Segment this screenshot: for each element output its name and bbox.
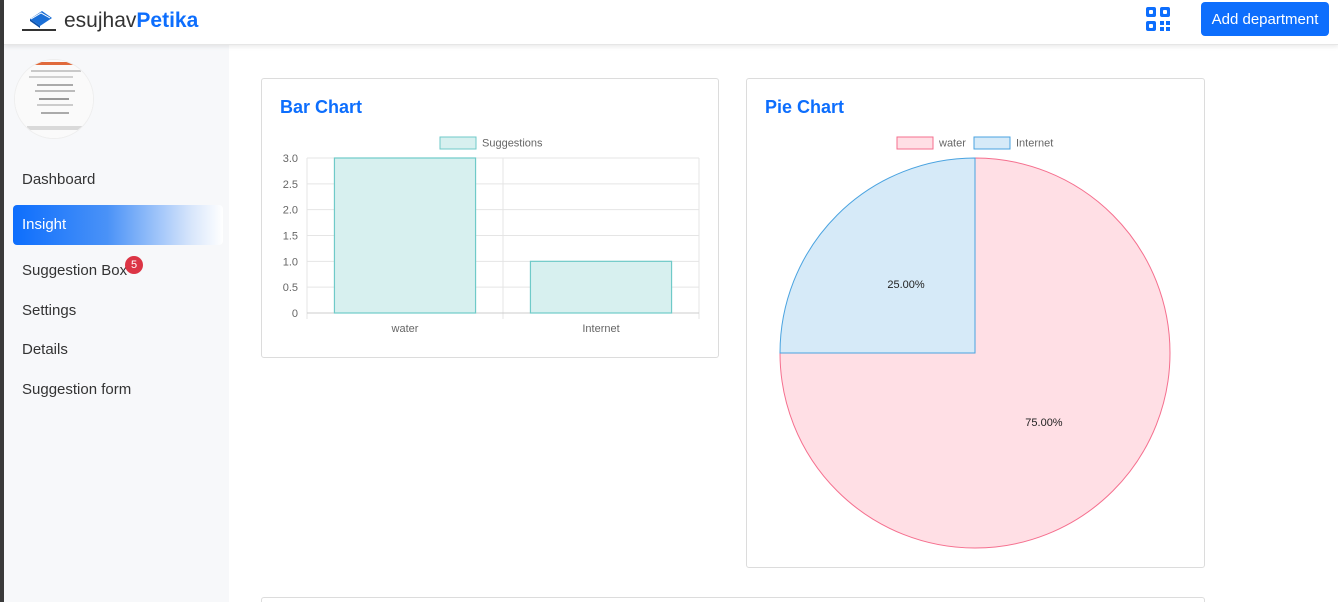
legend-label: Internet bbox=[1016, 138, 1053, 150]
y-tick-label: 0.5 bbox=[283, 282, 298, 294]
legend-label: Suggestions bbox=[482, 138, 543, 150]
sidebar-item-label: Suggestion Box bbox=[22, 262, 128, 279]
envelope-logo-icon bbox=[22, 11, 56, 31]
y-tick-label: 2.5 bbox=[283, 179, 298, 191]
pie-slice-internet bbox=[779, 157, 976, 354]
top-navbar: esujhavPetika Add department bbox=[4, 0, 1338, 45]
sidebar-item-label: Insight bbox=[22, 216, 67, 233]
sidebar-item-label: Dashboard bbox=[22, 171, 96, 188]
bar-chart: Suggestions 3.0 2.5 2.0 1.5 1.0 0.5 0 water Inter… bbox=[283, 136, 700, 335]
pie-data-label: 75.00% bbox=[1025, 417, 1063, 429]
pie-chart: water Internet 75.00% 25.00% bbox=[779, 136, 1171, 549]
sidebar-nav: Dashboard Insight Suggestion Box 5 Setti… bbox=[13, 165, 223, 405]
sidebar-item-suggestion-form[interactable]: Suggestion form bbox=[13, 370, 223, 410]
avatar[interactable] bbox=[14, 59, 94, 139]
bar-internet bbox=[529, 260, 673, 314]
x-tick-label: Internet bbox=[582, 323, 619, 335]
brand-name: esujhavPetika bbox=[64, 7, 198, 35]
sidebar-item-label: Settings bbox=[22, 302, 77, 319]
sidebar-item-insight[interactable]: Insight bbox=[13, 205, 223, 245]
sidebar: Dashboard Insight Suggestion Box 5 Setti… bbox=[4, 45, 229, 602]
y-tick-label: 3.0 bbox=[283, 153, 298, 165]
sidebar-item-suggestion-box[interactable]: Suggestion Box 5 bbox=[13, 251, 223, 291]
bar-water bbox=[333, 157, 477, 314]
bottom-card bbox=[261, 597, 1205, 602]
sidebar-item-details[interactable]: Details bbox=[13, 330, 223, 370]
legend-swatch bbox=[896, 136, 934, 150]
sidebar-item-settings[interactable]: Settings bbox=[13, 291, 223, 331]
brand-name-part2: Petika bbox=[136, 9, 199, 32]
brand-name-part1: esujhav bbox=[64, 9, 137, 32]
brand[interactable]: esujhavPetika bbox=[22, 6, 198, 36]
y-tick-label: 0 bbox=[292, 308, 298, 320]
y-tick-label: 1.5 bbox=[283, 231, 298, 243]
qr-code-icon[interactable] bbox=[1144, 5, 1172, 33]
bar-chart-card: Bar Chart Suggestions 3.0 2.5 2.0 1.5 1.0 0.5 0… bbox=[261, 78, 719, 358]
main-content: Bar Chart Suggestions 3.0 2.5 2.0 1.5 1.0 0.5 0… bbox=[229, 45, 1338, 602]
x-tick-label: water bbox=[391, 323, 419, 335]
avatar-image bbox=[15, 60, 93, 138]
y-tick-label: 2.0 bbox=[283, 205, 298, 217]
pie-chart-card: Pie Chart water Internet 75.00% 25.00% bbox=[746, 78, 1205, 568]
legend-swatch bbox=[973, 136, 1011, 150]
sidebar-item-label: Suggestion form bbox=[22, 381, 132, 398]
pie-data-label: 25.00% bbox=[887, 279, 925, 291]
legend-swatch bbox=[439, 136, 477, 150]
legend-label: water bbox=[938, 138, 966, 150]
y-tick-label: 1.0 bbox=[283, 256, 298, 268]
sidebar-item-label: Details bbox=[22, 341, 68, 358]
add-department-button[interactable]: Add department bbox=[1201, 2, 1329, 36]
sidebar-item-dashboard[interactable]: Dashboard bbox=[13, 160, 223, 200]
notification-badge: 5 bbox=[125, 256, 143, 274]
